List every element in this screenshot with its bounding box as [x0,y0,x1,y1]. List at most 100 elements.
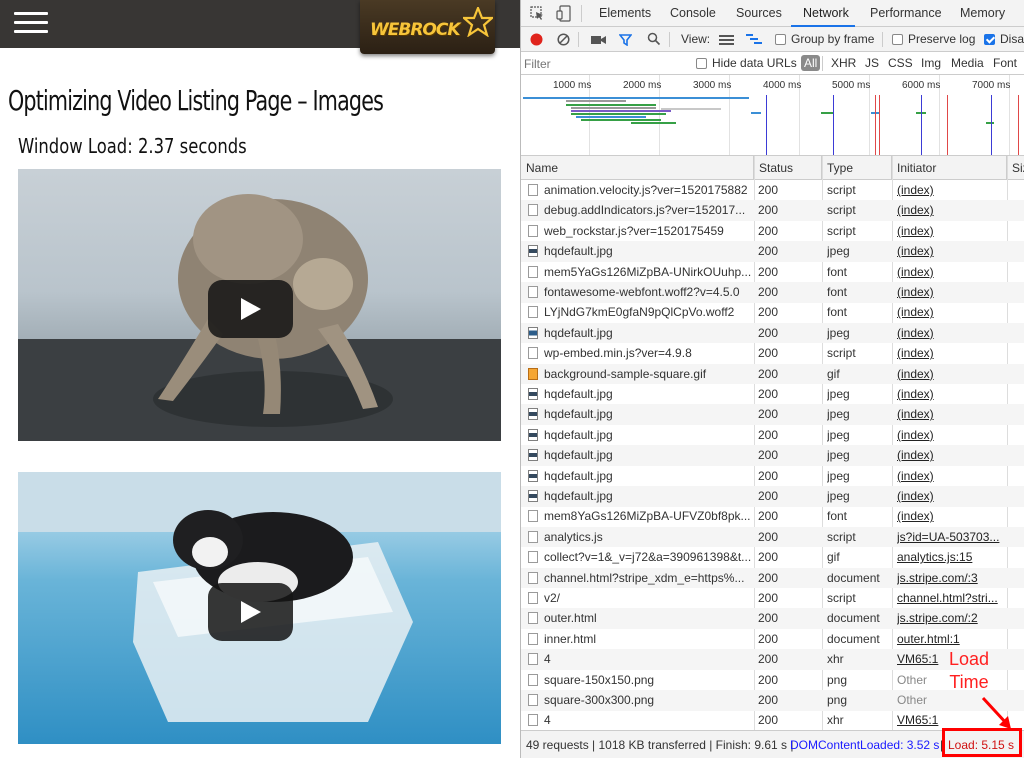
request-initiator[interactable]: (index) [897,200,1007,220]
column-header-name[interactable]: Name [521,156,754,180]
filter-type-media[interactable]: Media [951,56,984,70]
request-initiator[interactable]: (index) [897,506,1007,526]
timeline-tick-label: 6000 ms [902,80,941,91]
request-row[interactable]: hqdefault.jpg 200 jpeg (index) [521,241,1024,262]
request-row[interactable]: fontawesome-webfont.woff2?v=4.5.0 200 font… [521,282,1024,303]
request-row[interactable]: v2/200 script channel.html?stri... [521,588,1024,609]
large-rows-icon[interactable] [719,35,734,45]
request-initiator[interactable]: analytics.js:15 [897,547,1007,567]
request-type: font [827,305,848,320]
request-initiator[interactable]: outer.html:1 [897,629,1007,649]
request-row[interactable]: web_rockstar.js?ver=1520175459 200 script (… [521,221,1024,242]
filter-type-img[interactable]: Img [921,56,941,70]
request-initiator[interactable]: (index) [897,282,1007,302]
disable-cache-label: Disa [1000,32,1024,46]
request-name: hqdefault.jpg [544,468,613,483]
tab-console[interactable]: Console [670,6,716,20]
request-initiator[interactable]: (index) [897,241,1007,261]
request-initiator[interactable]: (index) [897,343,1007,363]
record-icon[interactable] [530,33,543,46]
tab-elements[interactable]: Elements [599,6,651,20]
filter-icon[interactable] [619,33,632,46]
request-row[interactable]: mem8YaGs126MiZpBA-UFVZ0bf8pk... 200 font (i… [521,506,1024,527]
column-header-status[interactable]: Status [754,156,822,180]
video-thumbnail[interactable] [18,169,501,441]
request-initiator[interactable]: (index) [897,384,1007,404]
filter-input[interactable] [524,55,684,72]
image-file-icon [528,245,538,258]
request-initiator[interactable]: (index) [897,486,1007,506]
request-initiator[interactable]: (index) [897,404,1007,424]
request-status: 200 [758,672,779,687]
request-row[interactable]: inner.html 200 document outer.html:1 [521,629,1024,650]
request-row[interactable]: mem5YaGs126MiZpBA-UNirkOUuhp... 200 font (i… [521,262,1024,283]
request-row[interactable]: hqdefault.jpg 200 jpeg (index) [521,322,1024,344]
request-name: v2/ [544,591,561,605]
request-row[interactable]: hqdefault.jpg 200 jpeg (index) [521,445,1024,466]
filter-type-css[interactable]: CSS [888,56,913,70]
tab-network[interactable]: Network [803,6,849,20]
filter-type-js[interactable]: JS [865,56,879,70]
request-initiator[interactable]: (index) [897,466,1007,486]
column-header-type[interactable]: Type [822,156,892,180]
play-icon [241,298,261,320]
request-initiator[interactable]: (index) [897,180,1007,200]
website-page: WEBROCK Optimizing Video Listing Page – … [0,0,521,758]
inspect-element-icon[interactable] [530,6,545,21]
group-by-frame-checkbox[interactable] [775,34,786,45]
waterfall-overview-icon[interactable] [746,34,762,45]
tab-memory[interactable]: Memory [960,6,1005,20]
request-row[interactable]: collect?v=1&_v=j72&a=390961398&t... 200 gi… [521,547,1024,568]
hamburger-menu-icon[interactable] [14,12,48,34]
hide-data-urls-checkbox[interactable] [696,58,707,69]
request-row[interactable]: hqdefault.jpg 200 jpeg (index) [521,404,1024,425]
site-logo[interactable]: WEBROCK [360,0,495,54]
request-initiator[interactable]: js.stripe.com/:2 [897,608,1007,628]
device-toolbar-icon[interactable] [556,5,572,22]
request-row[interactable]: hqdefault.jpg 200 jpeg (index) [521,466,1024,487]
screenshot-icon[interactable] [591,34,606,45]
search-icon[interactable] [647,32,661,46]
request-initiator[interactable]: js?id=UA-503703... [897,527,1007,547]
filter-type-all[interactable]: All [801,55,821,71]
column-header-initiator[interactable]: Initiator [892,156,1007,180]
file-icon [528,653,538,666]
request-row[interactable]: outer.html 200 document js.stripe.com/:2 [521,608,1024,629]
request-row[interactable]: analytics.js 200 script js?id=UA-503703... [521,526,1024,548]
request-initiator[interactable]: (index) [897,364,1007,384]
column-header-size[interactable]: Size [1007,156,1024,180]
request-row[interactable]: hqdefault.jpg 200 jpeg (index) [521,486,1024,507]
clear-icon[interactable] [557,33,570,46]
request-row[interactable]: channel.html?stripe_xdm_e=https%... 200 do… [521,567,1024,589]
disable-cache-checkbox[interactable] [984,34,995,45]
video-thumbnail[interactable] [18,472,501,744]
request-row[interactable]: background-sample-square.gif 200 gif (index… [521,363,1024,385]
request-row[interactable]: LYjNdG7kmE0gfaN9pQlCpVo.woff2 200 font (ind… [521,302,1024,323]
filter-type-font[interactable]: Font [993,56,1017,70]
play-button[interactable] [208,583,293,641]
request-row[interactable]: hqdefault.jpg 200 jpeg (index) [521,384,1024,405]
request-row[interactable]: debug.addIndicators.js?ver=152017... 200 s… [521,200,1024,221]
tab-sources[interactable]: Sources [736,6,782,20]
request-type: font [827,264,848,279]
play-button[interactable] [208,280,293,338]
request-initiator[interactable]: (index) [897,221,1007,241]
request-initiator[interactable]: (index) [897,262,1007,282]
file-icon [528,612,538,625]
filter-type-xhr[interactable]: XHR [831,56,856,70]
request-initiator[interactable]: (index) [897,445,1007,465]
request-row[interactable]: hqdefault.jpg 200 jpeg (index) [521,425,1024,446]
request-initiator[interactable]: (index) [897,302,1007,322]
request-name: LYjNdG7kmE0gfaN9pQlCpVo.woff2 [544,305,735,320]
preserve-log-checkbox[interactable] [892,34,903,45]
request-row[interactable]: animation.velocity.js?ver=1520175882 200 s… [521,180,1024,201]
network-overview-timeline[interactable]: 1000 ms 2000 ms 3000 ms 4000 ms 5000 ms … [521,75,1024,156]
request-type: xhr [827,652,844,667]
request-status: 200 [758,489,779,503]
request-initiator[interactable]: (index) [897,425,1007,445]
request-initiator[interactable]: js.stripe.com/:3 [897,568,1007,588]
request-initiator[interactable]: channel.html?stri... [897,588,1007,608]
request-row[interactable]: wp-embed.min.js?ver=4.9.8 200 script (index… [521,343,1024,364]
request-initiator[interactable]: (index) [897,323,1007,343]
tab-performance[interactable]: Performance [870,6,942,20]
